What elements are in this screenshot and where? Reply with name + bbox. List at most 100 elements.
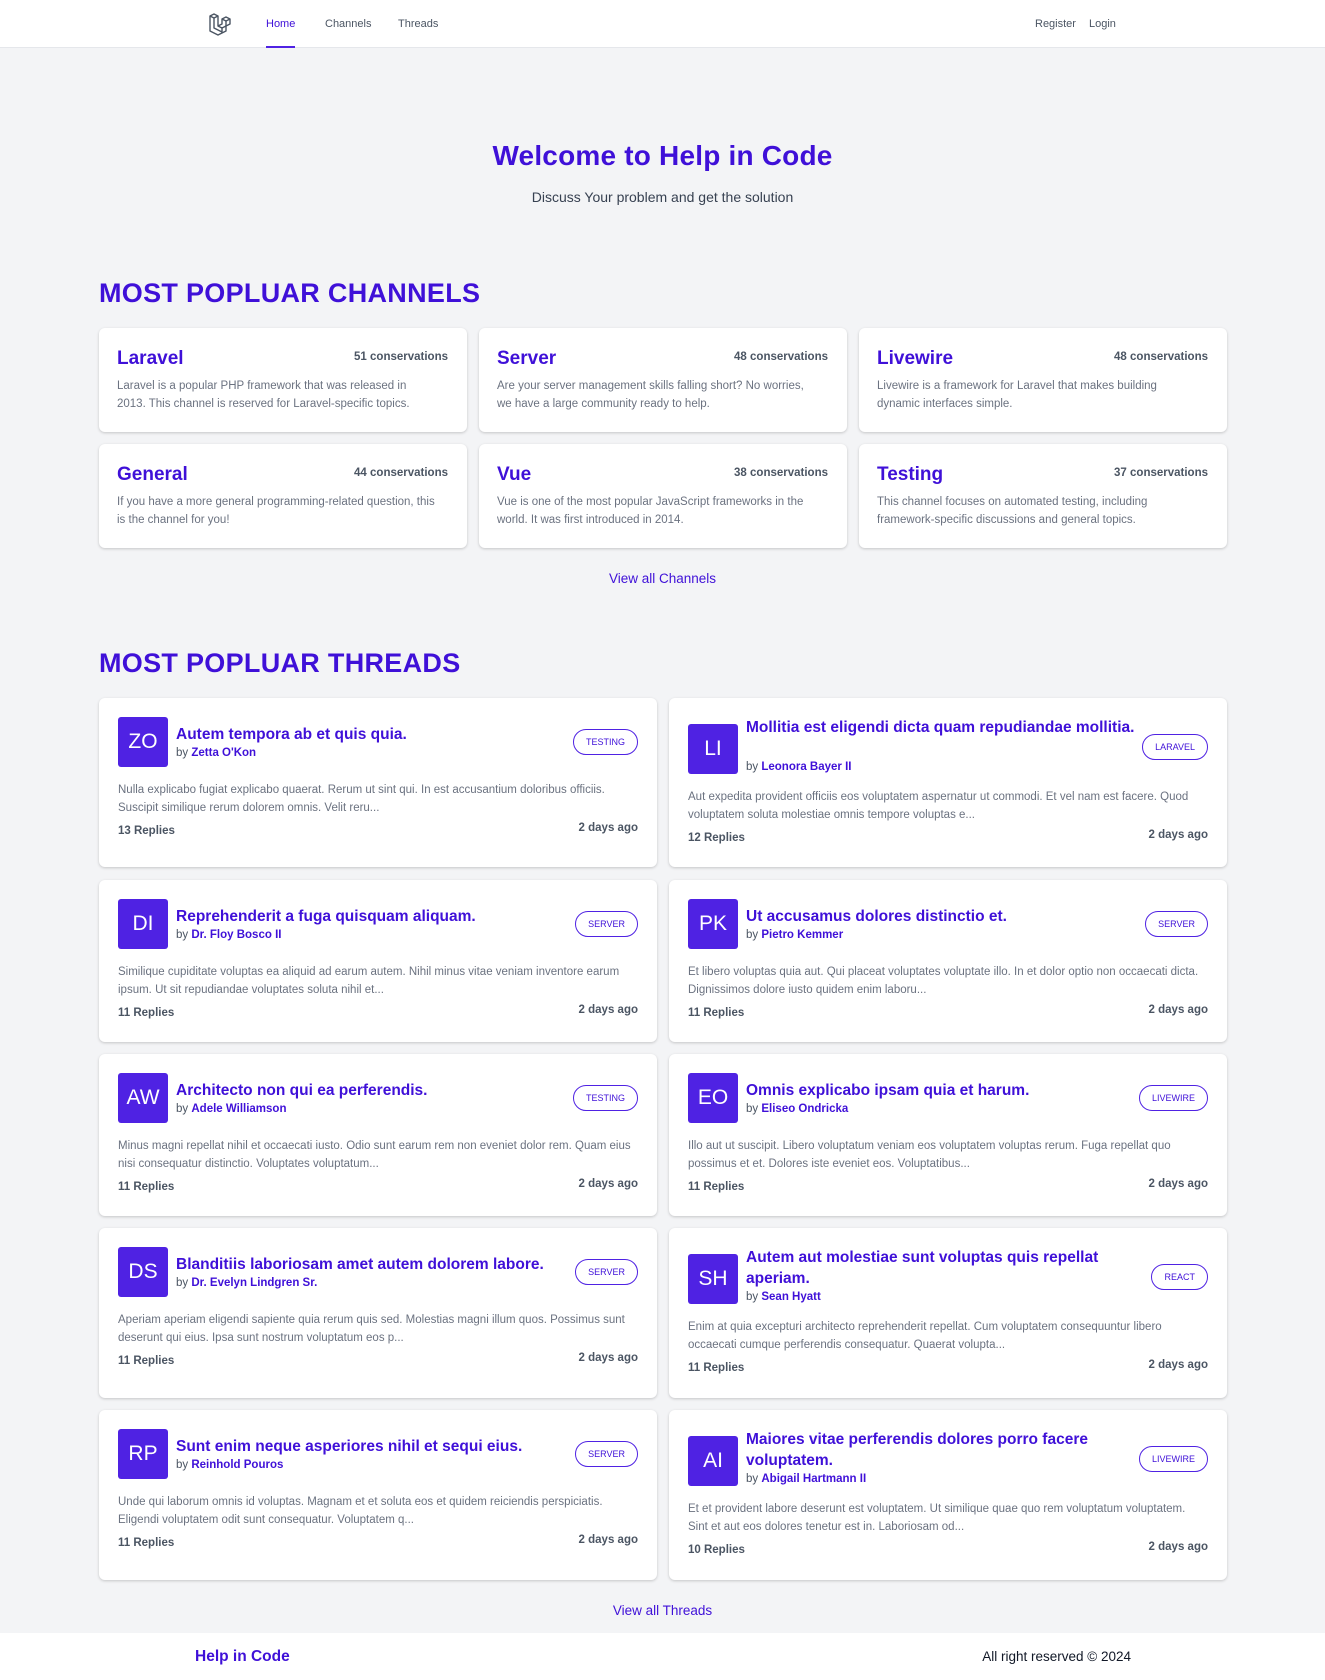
thread-card[interactable]: LI Mollitia est eligendi dicta quam repu… <box>669 698 1227 867</box>
channel-card-general[interactable]: General 44 conservations If you have a m… <box>99 444 467 548</box>
channel-badge[interactable]: LIVEWIRE <box>1138 1446 1208 1472</box>
thread-author[interactable]: Abigail Hartmann II <box>761 1473 866 1485</box>
channel-name: General <box>117 464 188 485</box>
channel-badge[interactable]: REACT <box>1151 1264 1208 1290</box>
thread-excerpt: Unde qui laborum omnis id voluptas. Magn… <box>118 1496 603 1526</box>
thread-card[interactable]: AI Maiores vitae perferendis dolores por… <box>669 1410 1227 1580</box>
thread-excerpt: Similique cupiditate voluptas ea aliquid… <box>118 966 620 996</box>
by-label: by <box>176 747 189 759</box>
by-label: by <box>746 1291 759 1303</box>
thread-time: 2 days ago <box>1148 829 1208 841</box>
thread-title[interactable]: Maiores vitae perferendis dolores porro … <box>746 1429 1146 1471</box>
channel-description: Are your server management skills fallin… <box>497 380 804 410</box>
channel-badge[interactable]: SERVER <box>1145 911 1208 937</box>
thread-title[interactable]: Mollitia est eligendi dicta quam repudia… <box>746 717 1146 738</box>
channel-card-laravel[interactable]: Laravel 51 conservations Laravel is a po… <box>99 328 467 432</box>
thread-title[interactable]: Architecto non qui ea perferendis. <box>176 1080 576 1101</box>
thread-time: 2 days ago <box>578 822 638 834</box>
thread-author[interactable]: Dr. Floy Bosco II <box>191 929 281 941</box>
nav-threads-link[interactable]: Threads <box>398 0 438 48</box>
thread-time: 2 days ago <box>578 1352 638 1364</box>
login-link[interactable]: Login <box>1089 0 1116 48</box>
thread-author[interactable]: Sean Hyatt <box>761 1291 820 1303</box>
channel-card-vue[interactable]: Vue 38 conservations Vue is one of the m… <box>479 444 847 548</box>
thread-author[interactable]: Eliseo Ondricka <box>761 1103 848 1115</box>
channel-name: Testing <box>877 464 944 485</box>
thread-excerpt: Aperiam aperiam eligendi sapiente quia r… <box>118 1314 625 1344</box>
channels-section-title: MOST POPLUAR CHANNELS <box>99 278 481 308</box>
thread-title[interactable]: Blanditiis laboriosam amet autem dolorem… <box>176 1254 576 1275</box>
replies-count: 11 Replies <box>688 1362 745 1374</box>
channel-name: Vue <box>497 464 532 485</box>
channel-badge[interactable]: LARAVEL <box>1142 734 1208 760</box>
avatar: AW <box>118 1073 168 1123</box>
replies-count: 11 Replies <box>118 1007 175 1019</box>
channel-badge[interactable]: TESTING <box>572 1085 638 1111</box>
channel-description: Livewire is a framework for Laravel that… <box>877 380 1157 410</box>
thread-title[interactable]: Reprehenderit a fuga quisquam aliquam. <box>176 906 576 927</box>
channel-card-testing[interactable]: Testing 37 conservations This channel fo… <box>859 444 1227 548</box>
top-navbar: Home Channels Threads Register Login <box>0 0 1325 48</box>
thread-author[interactable]: Adele Williamson <box>191 1103 286 1115</box>
thread-excerpt: Nulla explicabo fugiat explicabo quaerat… <box>118 784 605 814</box>
view-all-channels-link[interactable]: View all Channels <box>0 571 1325 586</box>
view-all-threads-link[interactable]: View all Threads <box>0 1603 1325 1618</box>
footer-brand[interactable]: Help in Code <box>195 1648 290 1666</box>
thread-author[interactable]: Dr. Evelyn Lindgren Sr. <box>191 1277 317 1289</box>
thread-title[interactable]: Sunt enim neque asperiores nihil et sequ… <box>176 1436 576 1457</box>
thread-excerpt: Aut expedita provident officiis eos volu… <box>688 791 1189 821</box>
avatar: RP <box>118 1429 168 1479</box>
avatar: SH <box>688 1254 738 1304</box>
thread-title[interactable]: Ut accusamus dolores distinctio et. <box>746 906 1146 927</box>
channel-count: 44 conservations <box>354 467 448 479</box>
thread-time: 2 days ago <box>1148 1178 1208 1190</box>
channel-badge[interactable]: SERVER <box>575 1441 638 1467</box>
thread-author[interactable]: Pietro Kemmer <box>761 929 843 941</box>
thread-excerpt: Illo aut ut suscipit. Libero voluptatum … <box>688 1140 1171 1170</box>
thread-card[interactable]: AW Architecto non qui ea perferendis. by… <box>99 1054 657 1216</box>
thread-card[interactable]: EO Omnis explicabo ipsam quia et harum. … <box>669 1054 1227 1216</box>
channel-badge[interactable]: LIVEWIRE <box>1138 1085 1208 1111</box>
replies-count: 11 Replies <box>118 1537 175 1549</box>
thread-excerpt: Minus magni repellat nihil et occaecati … <box>118 1140 631 1170</box>
channel-description: If you have a more general programming-r… <box>117 496 435 526</box>
channel-card-server[interactable]: Server 48 conservations Are your server … <box>479 328 847 432</box>
thread-card[interactable]: DS Blanditiis laboriosam amet autem dolo… <box>99 1228 657 1398</box>
thread-author[interactable]: Reinhold Pouros <box>191 1459 283 1471</box>
replies-count: 11 Replies <box>688 1181 745 1193</box>
replies-count: 11 Replies <box>688 1007 745 1019</box>
thread-author[interactable]: Leonora Bayer II <box>761 761 851 773</box>
laravel-logo-icon[interactable] <box>208 11 234 37</box>
nav-channels-link[interactable]: Channels <box>325 0 371 48</box>
thread-title[interactable]: Omnis explicabo ipsam quia et harum. <box>746 1080 1146 1101</box>
by-label: by <box>176 929 189 941</box>
hero-subtitle: Discuss Your problem and get the solutio… <box>531 189 794 205</box>
thread-author[interactable]: Zetta O'Kon <box>191 747 256 759</box>
thread-card[interactable]: RP Sunt enim neque asperiores nihil et s… <box>99 1410 657 1580</box>
register-link[interactable]: Register <box>1035 0 1076 48</box>
thread-time: 2 days ago <box>1148 1004 1208 1016</box>
thread-card[interactable]: ZO Autem tempora ab et quis quia. by Zet… <box>99 698 657 867</box>
nav-home-link[interactable]: Home <box>266 0 296 48</box>
avatar: PK <box>688 899 738 949</box>
thread-time: 2 days ago <box>578 1534 638 1546</box>
by-label: by <box>746 761 759 773</box>
channel-card-livewire[interactable]: Livewire 48 conservations Livewire is a … <box>859 328 1227 432</box>
thread-card[interactable]: PK Ut accusamus dolores distinctio et. b… <box>669 880 1227 1042</box>
channel-count: 48 conservations <box>734 351 828 363</box>
channel-badge[interactable]: SERVER <box>575 1259 638 1285</box>
channel-badge[interactable]: SERVER <box>575 911 638 937</box>
thread-title[interactable]: Autem tempora ab et quis quia. <box>176 724 576 745</box>
thread-time: 2 days ago <box>578 1004 638 1016</box>
replies-count: 13 Replies <box>118 825 175 837</box>
thread-card[interactable]: DI Reprehenderit a fuga quisquam aliquam… <box>99 880 657 1042</box>
thread-card[interactable]: SH Autem aut molestiae sunt voluptas qui… <box>669 1228 1227 1398</box>
footer-copyright: All right reserved © 2024 <box>982 1649 1131 1664</box>
replies-count: 11 Replies <box>118 1355 175 1367</box>
avatar: DS <box>118 1247 168 1297</box>
channel-count: 51 conservations <box>354 351 448 363</box>
thread-title[interactable]: Autem aut molestiae sunt voluptas quis r… <box>746 1247 1146 1289</box>
channel-description: This channel focuses on automated testin… <box>877 496 1148 526</box>
by-label: by <box>746 1473 759 1485</box>
channel-badge[interactable]: TESTING <box>572 729 638 755</box>
